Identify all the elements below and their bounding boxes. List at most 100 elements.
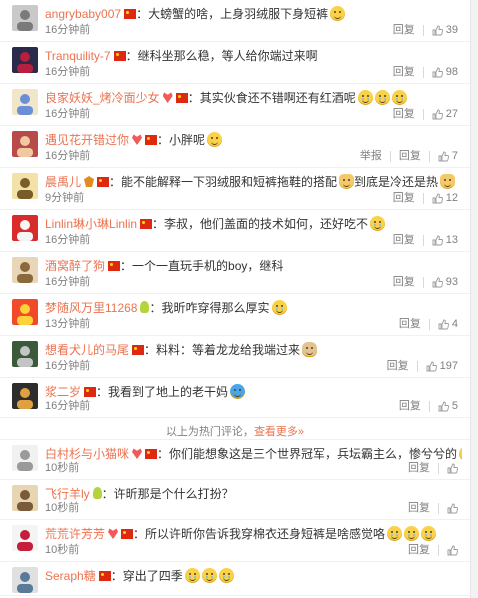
divider	[438, 462, 439, 474]
comment-actions: 回复 39	[385, 23, 458, 37]
comment-text: ：继科坐那么稳，等人给你端过来啊	[125, 49, 318, 63]
like-icon[interactable]	[438, 151, 449, 162]
comment-content: Tranquility-7 ：继科坐那么稳，等人给你端过来啊	[45, 48, 462, 64]
china-flag-icon	[108, 261, 121, 271]
comment-timestamp: 16分钟前	[45, 66, 91, 78]
username-link[interactable]: 梦随风万里11268	[45, 301, 137, 315]
avatar[interactable]	[12, 567, 38, 593]
username-link[interactable]: Tranquility-7	[45, 49, 111, 63]
avatar[interactable]	[12, 445, 38, 471]
comment-actions: 回复 98	[385, 65, 458, 79]
avatar[interactable]	[12, 173, 38, 199]
username-link[interactable]: 浆二岁	[45, 385, 81, 399]
comment-row: Linlin琳小琳Linlin ：李叔，他们盖面的技术如何，还好吃不 16分钟前 回复…	[0, 210, 470, 252]
username-link[interactable]: 白村杉与小猫咪	[45, 447, 129, 461]
comment-actions: 回复	[400, 461, 458, 475]
like-icon[interactable]	[438, 319, 449, 330]
reply-button[interactable]: 回复	[393, 191, 415, 205]
reply-button[interactable]: 回复	[399, 399, 421, 413]
heart-badge-icon	[132, 448, 143, 459]
reply-button[interactable]: 回复	[408, 543, 430, 557]
like-icon[interactable]	[447, 463, 458, 474]
comment-content: 良家妖妖_烤冷面少女 ：其实伙食还不错啊还有红酒呢	[45, 90, 462, 106]
comment-content: 梦随风万里11268 ：我昕咋穿得那么厚实	[45, 300, 462, 316]
avatar[interactable]	[12, 215, 38, 241]
avatar[interactable]	[12, 383, 38, 409]
comment-text: ：料料：等着龙龙给我端过来	[144, 343, 301, 357]
comment-text: ：小胖呢	[157, 133, 206, 147]
like-icon[interactable]	[432, 235, 443, 246]
comment-text: ：穿出了四季	[110, 569, 183, 583]
reply-button[interactable]: 回复	[408, 501, 430, 515]
comment-row: 想看犬儿的马尾 ：料料：等着龙龙给我端过来 16分钟前 回复 197	[0, 336, 470, 378]
divider	[428, 318, 430, 330]
china-flag-icon	[145, 135, 158, 145]
username-link[interactable]: 酒窝醉了狗	[45, 259, 105, 273]
comment-text: ：你们能想象这是三个世界冠军，兵坛霸主么，惨兮兮的	[157, 447, 458, 461]
like-icon[interactable]	[447, 503, 458, 514]
reply-button[interactable]: 回复	[393, 275, 415, 289]
like-icon[interactable]	[438, 401, 449, 412]
reply-button[interactable]: 回复	[393, 107, 415, 121]
comment-feed: angrybaby007 ：大螃蟹的啥，上身羽绒服下身短裤 16分钟前 回复 39 Tra…	[0, 0, 470, 596]
comment-actions: 回复 93	[385, 275, 458, 289]
username-link[interactable]: 遇见花开错过你	[45, 133, 129, 147]
avatar[interactable]	[12, 89, 38, 115]
comment-content: Seraph糖 ：穿出了四季	[45, 568, 462, 584]
comment-text: ：我昕咋穿得那么厚实	[149, 301, 270, 315]
reply-button[interactable]: 回复	[399, 317, 421, 331]
avatar[interactable]	[12, 341, 38, 367]
comment-actions: 回复 13	[385, 233, 458, 247]
avatar[interactable]	[12, 257, 38, 283]
comment-row: 荒荒许芳芳 ：所以许昕你告诉我穿棉衣还身短裤是啥感觉咯 10秒前 回复	[0, 520, 470, 562]
divider	[428, 150, 430, 162]
comment-row: 浆二岁 ：我看到了地上的老干妈 16分钟前 回复 5	[0, 378, 470, 418]
china-flag-icon	[97, 177, 110, 187]
like-icon[interactable]	[432, 67, 443, 78]
like-icon[interactable]	[432, 277, 443, 288]
username-link[interactable]: 良家妖妖_烤冷面少女	[45, 91, 160, 105]
comment-actions: 回复 197	[379, 359, 458, 373]
comment-row: angrybaby007 ：大螃蟹的啥，上身羽绒服下身短裤 16分钟前 回复 39	[0, 0, 470, 42]
report-button[interactable]: 举报	[360, 149, 382, 163]
username-link[interactable]: 荒荒许芳芳	[45, 527, 105, 541]
reply-button[interactable]: 回复	[387, 359, 409, 373]
username-link[interactable]: Linlin琳小琳Linlin	[45, 217, 137, 231]
cry-emoji-icon	[370, 216, 386, 231]
username-link[interactable]: 想看犬儿的马尾	[45, 343, 129, 357]
avatar[interactable]	[12, 131, 38, 157]
view-more-link[interactable]: 查看更多»	[254, 426, 304, 438]
comment-actions: 回复 27	[385, 107, 458, 121]
china-flag-icon	[175, 93, 188, 103]
reply-button[interactable]: 回复	[408, 461, 430, 475]
smile-emoji-icon	[330, 6, 346, 21]
like-count: 13	[445, 234, 458, 246]
reply-button[interactable]: 回复	[399, 149, 421, 163]
avatar[interactable]	[12, 525, 38, 551]
username-link[interactable]: Seraph糖	[45, 569, 96, 583]
avatar[interactable]	[12, 299, 38, 325]
comment-timestamp: 16分钟前	[45, 150, 91, 162]
reply-button[interactable]: 回复	[393, 65, 415, 79]
reply-button[interactable]: 回复	[393, 233, 415, 247]
medal-badge-icon	[84, 176, 95, 187]
avatar[interactable]	[12, 47, 38, 73]
comment-actions: 回复	[400, 501, 458, 515]
comment-actions: 回复 4	[391, 317, 458, 331]
username-link[interactable]: 飞行羊ly	[45, 487, 90, 501]
like-icon[interactable]	[432, 109, 443, 120]
comment-row: 梦随风万里11268 ：我昕咋穿得那么厚实 13分钟前 回复 4	[0, 294, 470, 336]
username-link[interactable]: angrybaby007	[45, 7, 121, 21]
avatar[interactable]	[12, 5, 38, 31]
like-icon[interactable]	[432, 193, 443, 204]
comment-actions: 回复	[400, 543, 458, 557]
comment-timestamp: 10秒前	[45, 462, 80, 474]
scrollbar[interactable]	[470, 0, 478, 598]
avatar[interactable]	[12, 485, 38, 511]
like-icon[interactable]	[432, 25, 443, 36]
divider	[389, 150, 391, 162]
like-icon[interactable]	[447, 545, 458, 556]
like-icon[interactable]	[426, 361, 437, 372]
username-link[interactable]: 晨禹儿	[45, 175, 81, 189]
reply-button[interactable]: 回复	[393, 23, 415, 37]
